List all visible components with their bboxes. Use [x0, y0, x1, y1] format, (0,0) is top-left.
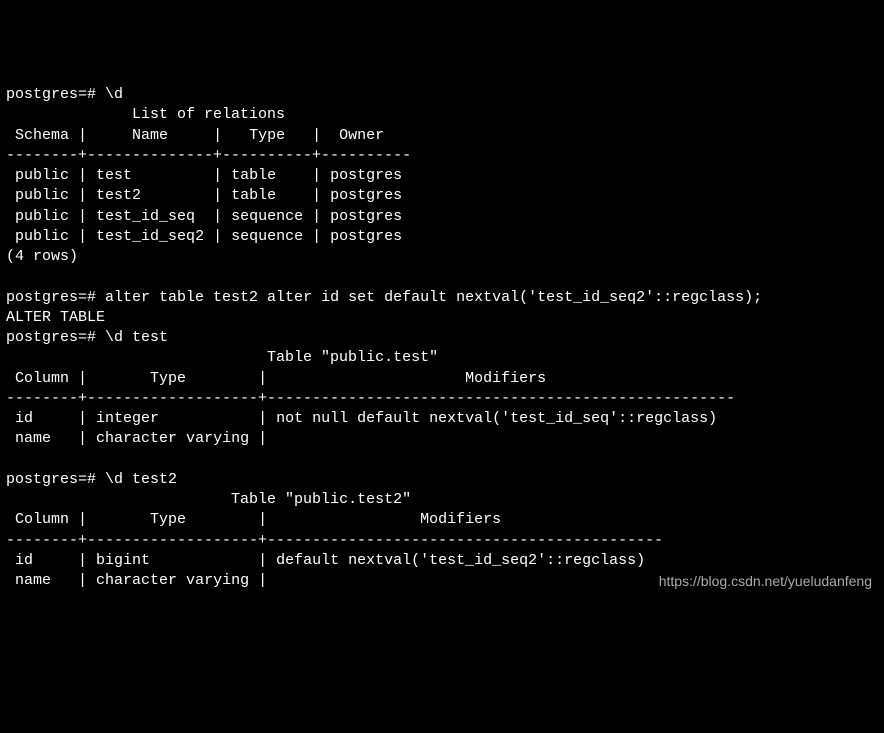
- command-d-test: \d test: [105, 329, 168, 346]
- table-row: id: [15, 410, 33, 427]
- relation-row: public: [15, 228, 69, 245]
- relation-row: test: [96, 167, 132, 184]
- table-row: integer: [96, 410, 159, 427]
- header-modifiers: Modifiers: [465, 370, 546, 387]
- relation-row: sequence: [231, 228, 303, 245]
- header-name: Name: [132, 127, 168, 144]
- relation-row: sequence: [231, 208, 303, 225]
- relation-row: public: [15, 167, 69, 184]
- watermark-url: https://blog.csdn.net/yueludanfeng: [659, 572, 872, 591]
- table-row: not null default nextval('test_id_seq'::…: [276, 410, 717, 427]
- row-count: (4 rows): [6, 248, 78, 265]
- table-row: character varying: [96, 572, 249, 589]
- command-d-test2: \d test2: [105, 471, 177, 488]
- relation-row: table: [231, 187, 276, 204]
- header-modifiers: Modifiers: [420, 511, 501, 528]
- relation-row: postgres: [330, 228, 402, 245]
- terminal-output: postgres=# \d List of relations Schema |…: [6, 85, 878, 591]
- table1-title: Table "public.test": [267, 349, 438, 366]
- table-row: bigint: [96, 552, 150, 569]
- relation-row: table: [231, 167, 276, 184]
- table-row: id: [15, 552, 33, 569]
- prompt: postgres=#: [6, 289, 96, 306]
- table-row: character varying: [96, 430, 249, 447]
- relation-row: test2: [96, 187, 141, 204]
- prompt: postgres=#: [6, 471, 96, 488]
- header-type: Type: [150, 511, 186, 528]
- header-column: Column: [15, 370, 69, 387]
- table-row: name: [15, 430, 51, 447]
- alter-response: ALTER TABLE: [6, 309, 105, 326]
- relation-row: public: [15, 208, 69, 225]
- table2-title: Table "public.test2": [231, 491, 411, 508]
- list-title: List of relations: [132, 106, 285, 123]
- header-schema: Schema: [15, 127, 69, 144]
- header-type: Type: [150, 370, 186, 387]
- prompt: postgres=#: [6, 86, 96, 103]
- header-owner: Owner: [339, 127, 384, 144]
- relation-row: test_id_seq2: [96, 228, 204, 245]
- relation-row: public: [15, 187, 69, 204]
- relation-row: test_id_seq: [96, 208, 195, 225]
- relation-row: postgres: [330, 167, 402, 184]
- relation-row: postgres: [330, 187, 402, 204]
- header-type: Type: [249, 127, 285, 144]
- relation-row: postgres: [330, 208, 402, 225]
- command-d: \d: [105, 86, 123, 103]
- table-row: default nextval('test_id_seq2'::regclass…: [276, 552, 645, 569]
- prompt: postgres=#: [6, 329, 96, 346]
- command-alter: alter table test2 alter id set default n…: [105, 289, 762, 306]
- header-column: Column: [15, 511, 69, 528]
- table-row: name: [15, 572, 51, 589]
